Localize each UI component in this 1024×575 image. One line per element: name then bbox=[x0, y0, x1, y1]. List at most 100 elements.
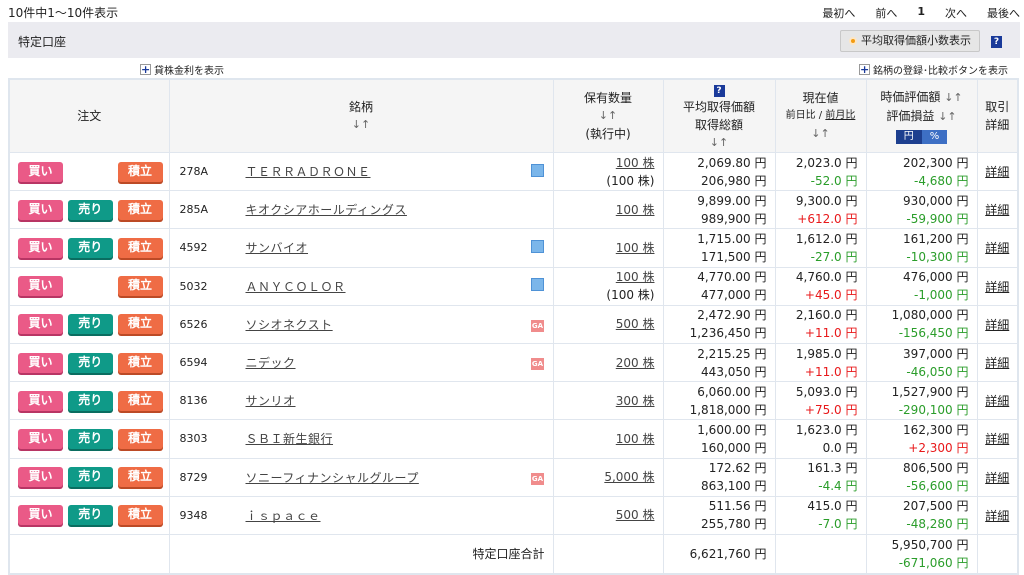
unit-pct[interactable]: % bbox=[921, 130, 948, 144]
month-change-link[interactable]: 前月比 bbox=[825, 110, 855, 121]
stock-name-link[interactable]: ソシオネクスト bbox=[240, 316, 523, 333]
help-icon[interactable]: ? bbox=[713, 85, 725, 97]
sort-icon[interactable]: ↓↑ bbox=[554, 107, 663, 125]
show-compare-link[interactable]: + 銘柄の登録･比較ボタンを表示 bbox=[859, 62, 1008, 77]
qty-link[interactable]: 100 株 bbox=[616, 270, 655, 284]
accumulate-button[interactable]: 積立 bbox=[117, 276, 163, 297]
detail-link[interactable]: 詳細 bbox=[976, 381, 1019, 421]
qty-link[interactable]: 5,000 株 bbox=[604, 470, 654, 484]
stock-name-link[interactable]: ニデック bbox=[240, 354, 523, 371]
stock-name-link[interactable]: ＡＮＹＣＯＬＯＲ bbox=[240, 278, 523, 295]
ga-icon[interactable]: GA bbox=[531, 319, 544, 332]
stock-name-link[interactable]: ＳＢＩ新生銀行 bbox=[240, 430, 523, 447]
accumulate-button[interactable]: 積立 bbox=[117, 467, 163, 488]
detail-link[interactable]: 詳細 bbox=[976, 495, 1019, 535]
table-row: 買い 売り 積立 8729 ソニーフィナンシャルグループ GA 5,000 株 172.… bbox=[8, 457, 1019, 497]
buy-button[interactable]: 買い bbox=[18, 352, 63, 373]
detail-link[interactable]: 詳細 bbox=[976, 457, 1019, 497]
buy-button[interactable]: 買い bbox=[18, 199, 63, 220]
sell-button[interactable]: 売り bbox=[67, 314, 113, 335]
detail-link[interactable]: 詳細 bbox=[976, 151, 1019, 192]
header-avg[interactable]: ? 平均取得価額 取得総額 ↓↑ bbox=[662, 78, 776, 153]
qty-link[interactable]: 500 株 bbox=[616, 508, 655, 522]
accumulate-button[interactable]: 積立 bbox=[117, 428, 163, 449]
sell-button[interactable]: 売り bbox=[67, 199, 113, 220]
header-name[interactable]: 銘柄 ↓↑ bbox=[168, 78, 554, 153]
detail-link[interactable]: 詳細 bbox=[976, 419, 1019, 459]
market-value: 397,000 円 bbox=[903, 346, 969, 361]
pager-next[interactable]: 次へ bbox=[945, 5, 967, 21]
detail-link[interactable]: 詳細 bbox=[976, 228, 1019, 268]
sort-icon[interactable]: ↓↑ bbox=[776, 125, 866, 143]
unit-toggle[interactable]: 円% bbox=[895, 130, 948, 144]
stock-name-link[interactable]: ｉｓｐａｃｅ bbox=[240, 507, 523, 524]
buy-button[interactable]: 買い bbox=[18, 505, 63, 526]
stock-name-link[interactable]: サンリオ bbox=[240, 392, 523, 409]
accumulate-button[interactable]: 積立 bbox=[117, 237, 163, 258]
accumulate-button[interactable]: 積立 bbox=[117, 161, 163, 182]
header-price: 現在値 前日比 / 前月比 ↓↑ bbox=[774, 78, 867, 153]
sort-icon[interactable]: ↓↑ bbox=[170, 116, 553, 134]
calendar-icon[interactable] bbox=[531, 239, 544, 253]
sell-button[interactable]: 売り bbox=[67, 505, 113, 526]
buy-button[interactable]: 買い bbox=[18, 390, 63, 411]
radio-icon bbox=[849, 37, 857, 45]
buy-button[interactable]: 買い bbox=[18, 276, 63, 297]
qty-cell: 100 株 bbox=[552, 190, 664, 230]
buy-button[interactable]: 買い bbox=[18, 161, 63, 182]
total-cost: 1,236,450 円 bbox=[689, 326, 767, 341]
sort-icon[interactable]: ↓↑ bbox=[938, 110, 956, 123]
ga-icon[interactable]: GA bbox=[531, 358, 544, 371]
total-empty bbox=[774, 533, 867, 575]
stock-name-link[interactable]: ソニーフィナンシャルグループ bbox=[240, 469, 523, 486]
pager-prev[interactable]: 前へ bbox=[875, 5, 897, 21]
accumulate-button[interactable]: 積立 bbox=[117, 505, 163, 526]
buy-button[interactable]: 買い bbox=[18, 428, 63, 449]
header-value-label: 時価評価額 bbox=[880, 90, 941, 104]
unit-yen[interactable]: 円 bbox=[895, 130, 922, 144]
ga-icon[interactable]: GA bbox=[531, 472, 544, 485]
show-lending-link[interactable]: + 貸株金利を表示 bbox=[140, 62, 224, 77]
value-cell: 397,000 円 -46,050 円 bbox=[865, 342, 978, 383]
value-cell: 806,500 円 -56,600 円 bbox=[865, 457, 978, 497]
stock-name-link[interactable]: サンバイオ bbox=[240, 239, 523, 256]
qty-link[interactable]: 100 株 bbox=[616, 432, 655, 446]
detail-link[interactable]: 詳細 bbox=[976, 304, 1019, 344]
pager-last[interactable]: 最後へ bbox=[987, 5, 1020, 21]
total-empty bbox=[976, 533, 1019, 575]
calendar-icon[interactable] bbox=[531, 278, 544, 292]
day-change: -27.0 円 bbox=[810, 249, 858, 264]
accumulate-button[interactable]: 積立 bbox=[117, 390, 163, 411]
profit-loss: -10,300 円 bbox=[906, 249, 969, 264]
sell-button[interactable]: 売り bbox=[67, 352, 113, 373]
stock-name-link[interactable]: ＴＥＲＲＡＤＲＯＮＥ bbox=[240, 163, 523, 180]
sell-button[interactable]: 売り bbox=[67, 237, 113, 258]
buy-button[interactable]: 買い bbox=[18, 314, 63, 335]
qty-link[interactable]: 300 株 bbox=[616, 394, 655, 408]
header-qty[interactable]: 保有数量 ↓↑ (執行中) bbox=[552, 78, 664, 153]
sort-icon[interactable]: ↓↑ bbox=[944, 91, 962, 104]
sell-button[interactable]: 売り bbox=[67, 390, 113, 411]
buy-button[interactable]: 買い bbox=[18, 237, 63, 258]
help-icon[interactable]: ? bbox=[991, 36, 1002, 48]
sell-button[interactable]: 売り bbox=[67, 467, 113, 488]
stock-name-link[interactable]: キオクシアホールディングス bbox=[240, 201, 523, 218]
qty-link[interactable]: 100 株 bbox=[616, 156, 655, 170]
sell-button[interactable]: 売り bbox=[67, 428, 113, 449]
stock-cell: 5032 ＡＮＹＣＯＬＯＲ bbox=[168, 266, 554, 306]
qty-link[interactable]: 500 株 bbox=[616, 317, 655, 331]
calendar-icon[interactable] bbox=[531, 163, 544, 177]
pager-first[interactable]: 最初へ bbox=[822, 5, 855, 21]
accumulate-button[interactable]: 積立 bbox=[117, 352, 163, 373]
detail-link[interactable]: 詳細 bbox=[976, 190, 1019, 230]
sort-icon[interactable]: ↓↑ bbox=[664, 134, 775, 152]
accumulate-button[interactable]: 積立 bbox=[117, 199, 163, 220]
qty-link[interactable]: 100 株 bbox=[616, 203, 655, 217]
qty-link[interactable]: 100 株 bbox=[616, 241, 655, 255]
detail-link[interactable]: 詳細 bbox=[976, 342, 1019, 383]
qty-link[interactable]: 200 株 bbox=[616, 356, 655, 370]
buy-button[interactable]: 買い bbox=[18, 467, 63, 488]
detail-link[interactable]: 詳細 bbox=[976, 266, 1019, 306]
accumulate-button[interactable]: 積立 bbox=[117, 314, 163, 335]
avg-decimal-button[interactable]: 平均取得価額小数表示 bbox=[840, 30, 980, 52]
